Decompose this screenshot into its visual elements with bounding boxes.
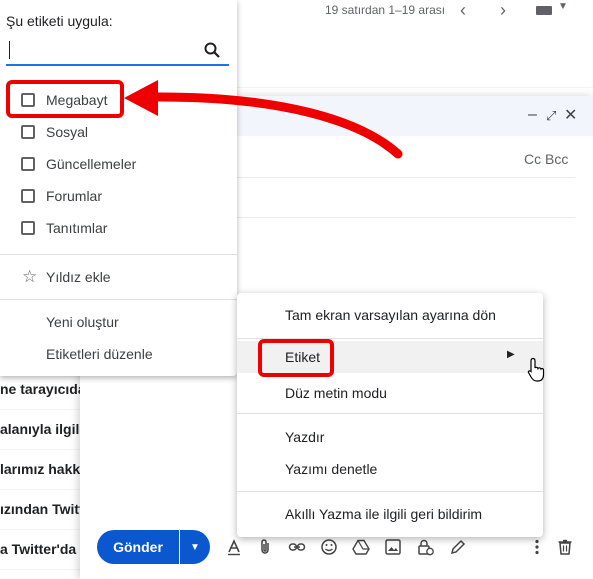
cc-bcc-link[interactable]: Cc Bcc [524,151,568,167]
label-item-sosyal[interactable]: Sosyal [0,116,237,148]
message-list: ne tarayıcıda alanıyla ilgil larımız hak… [0,370,90,570]
list-item[interactable]: alanıyla ilgil [0,410,90,450]
star-icon: ☆ [22,267,38,286]
edit-labels-item[interactable]: Etiketleri düzenle [0,338,237,370]
link-icon[interactable] [288,538,306,556]
menu-item-print[interactable]: Yazdır [237,421,543,453]
checkbox[interactable] [21,157,35,171]
create-new-label-item[interactable]: Yeni oluştur [0,306,237,338]
menu-item-label: Akıllı Yazma ile ilgili geri bildirim [285,506,483,522]
label-menu-title: Şu etiketi uygula: [6,13,113,29]
list-item[interactable]: a Twitter'da I [0,530,90,570]
add-star-label: Yıldız ekle [46,269,111,285]
chevron-right-icon[interactable]: › [500,0,506,21]
menu-item-smart-compose-feedback[interactable]: Akıllı Yazma ile ilgili geri bildirim [237,498,543,530]
attach-icon[interactable] [256,538,274,556]
create-new-label: Yeni oluştur [46,314,119,330]
keyboard-icon[interactable] [536,6,552,15]
trash-icon[interactable] [556,538,574,556]
photo-icon[interactable] [384,538,402,556]
list-item[interactable]: larımız hakk [0,450,90,490]
hand-pointer-icon [527,357,545,382]
menu-item-fullscreen-default[interactable]: Tam ekran varsayılan ayarına dön [237,299,543,331]
minimize-icon[interactable]: – [528,106,537,124]
checkbox[interactable] [21,189,35,203]
signature-pen-icon[interactable] [449,538,467,556]
menu-item-label: Yazdır [285,429,325,445]
confidential-lock-icon[interactable] [416,538,434,556]
label-item-text: Güncellemeler [46,156,137,172]
highlight-etiket [258,339,334,377]
drive-icon[interactable] [352,538,370,556]
more-options-icon[interactable] [528,538,546,556]
label-menu: Şu etiketi uygula: Megabayt Sosyal Günce… [0,0,237,376]
list-item[interactable]: ızından Twitt [0,490,90,530]
caret-down-icon: ▼ [190,541,200,553]
divider [237,491,543,492]
list-item[interactable]: ne tarayıcıda [0,370,90,410]
menu-item-label: Tam ekran varsayılan ayarına dön [285,307,496,323]
emoji-icon[interactable] [320,538,338,556]
label-item-tanitimlar[interactable]: Tanıtımlar [0,212,237,244]
text-format-icon[interactable] [225,538,243,556]
label-item-text: Forumlar [46,188,103,204]
highlight-megabayt [6,80,124,118]
label-item-forumlar[interactable]: Forumlar [0,180,237,212]
search-icon [204,42,220,58]
menu-item-plain-text[interactable]: Düz metin modu [237,377,543,409]
chevron-left-icon[interactable]: ‹ [460,0,466,21]
send-button[interactable]: Gönder [97,530,179,564]
text-cursor [9,41,10,59]
checkbox[interactable] [21,125,35,139]
edit-labels-label: Etiketleri düzenle [46,346,153,362]
menu-item-label: Yazımı denetle [285,461,378,477]
expand-icon[interactable]: ⤢ [546,108,556,124]
checkbox[interactable] [21,221,35,235]
divider [0,254,237,255]
submenu-arrow-icon: ▶ [507,349,515,360]
divider [237,413,543,414]
divider [0,299,237,300]
menu-item-label: Düz metin modu [285,385,387,401]
close-icon[interactable]: ✕ [564,105,577,125]
menu-item-spellcheck[interactable]: Yazımı denetle [237,453,543,485]
label-item-text: Sosyal [46,124,89,140]
label-search-input[interactable] [6,38,229,66]
label-item-text: Tanıtımlar [46,220,108,236]
page-count: 19 satırdan 1–19 arası [325,3,446,17]
label-item-guncellemeler[interactable]: Güncellemeler [0,148,237,180]
compose-more-options-menu: Tam ekran varsayılan ayarına dön Etiket … [237,293,543,537]
caret-down-icon[interactable]: ▼ [558,1,568,12]
